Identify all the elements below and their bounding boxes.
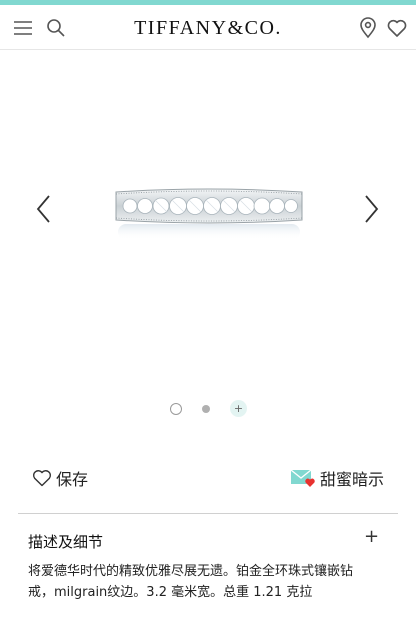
details-heading[interactable]: 描述及细节 [28, 531, 103, 552]
heart-outline-icon [32, 470, 52, 487]
carousel-dot-2[interactable] [202, 405, 210, 413]
details-expand-button[interactable]: + [364, 527, 379, 547]
save-button[interactable]: 保存 [32, 466, 88, 490]
save-label: 保存 [56, 470, 89, 489]
heart-icon[interactable] [386, 17, 408, 39]
carousel-dot-1[interactable] [170, 403, 182, 415]
envelope-heart-icon [290, 469, 315, 487]
product-description: 将爱德华时代的精致优雅尽展无遗。铂金全环珠式镶嵌钻戒，milgrain纹边。3.… [28, 564, 354, 600]
section-divider [18, 513, 398, 514]
carousel-dot-more[interactable]: + [230, 400, 247, 417]
chevron-left-icon[interactable] [34, 193, 54, 225]
product-actions: 保存 甜蜜暗示 [0, 462, 416, 496]
product-image-ring[interactable] [112, 184, 306, 242]
brand-logo[interactable]: TIFFANY&CO. [0, 17, 416, 40]
sweet-hint-label: 甜蜜暗示 [319, 470, 384, 489]
top-navigation-bar: TIFFANY&CO. [0, 5, 416, 50]
location-pin-icon[interactable] [357, 17, 379, 39]
sweet-hint-button[interactable]: 甜蜜暗示 [290, 466, 384, 490]
chevron-right-icon[interactable] [361, 193, 381, 225]
carousel-indicators: + [0, 399, 416, 419]
